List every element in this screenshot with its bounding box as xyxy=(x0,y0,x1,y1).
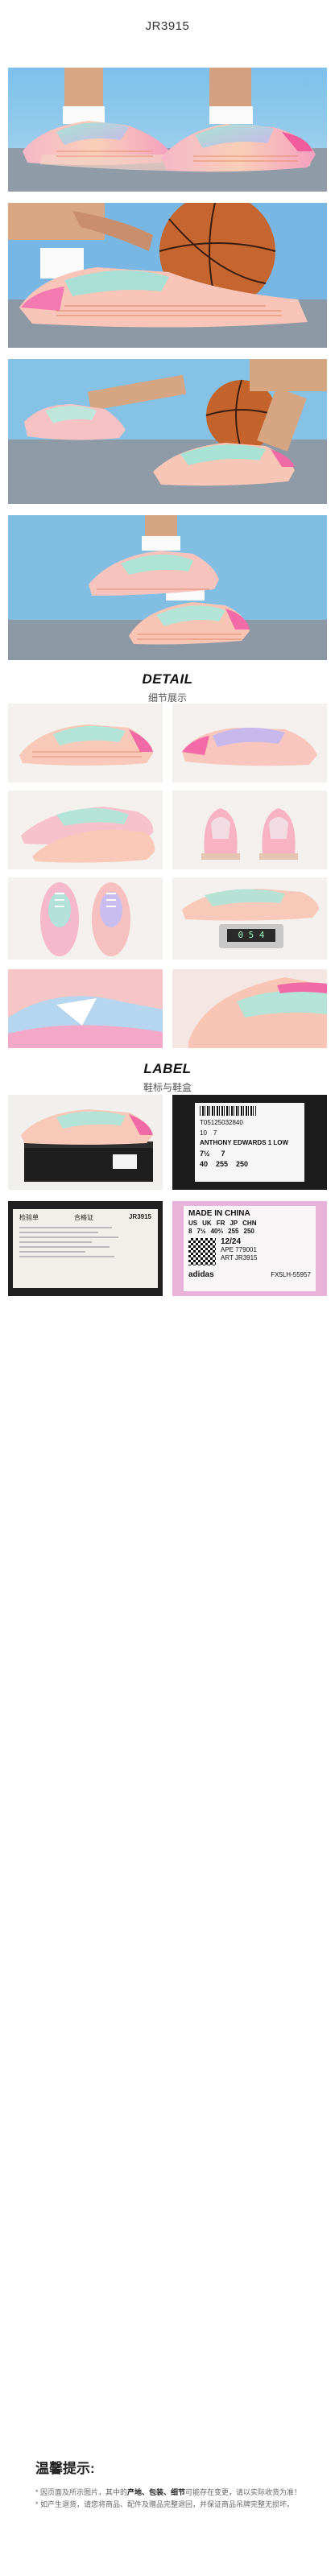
inner-label-ape: APE 779001 xyxy=(221,1246,257,1253)
cert-status: 合格证 xyxy=(73,1214,93,1221)
inner-head-us: US xyxy=(188,1220,198,1227)
detail-photo-lateral xyxy=(8,704,163,782)
inner-val-uk: 7½ xyxy=(196,1228,206,1235)
detail-title-en: DETAIL xyxy=(142,671,193,687)
notice-title: 温馨提示: xyxy=(35,2461,95,2476)
inner-val-jp: 255 xyxy=(228,1228,239,1235)
shoe-on-box-photo xyxy=(8,1095,163,1190)
detail-photo-heels xyxy=(172,791,327,869)
inspection-certificate-photo: 检验单 合格证 JR3915 xyxy=(8,1201,163,1296)
cert-code: JR3915 xyxy=(128,1213,151,1220)
detail-title-cn: 细节展示 xyxy=(147,692,187,704)
tongue-label-code: T05125032840 xyxy=(200,1119,243,1126)
scale-readout: 0 5 4 xyxy=(238,930,265,940)
tongue-size-label: T05125032840 10 7 ANTHONY EDWARDS 1 LOW … xyxy=(172,1095,327,1190)
detail-photo-weight-scale: 0 5 4 xyxy=(172,877,327,960)
cert-title: 检验单 xyxy=(19,1214,39,1221)
qr-code-graphic xyxy=(188,1238,216,1265)
inner-head-fr: FR xyxy=(216,1220,225,1227)
hero-photo-seated-ball xyxy=(8,359,327,504)
tongue-uk-size: 7 xyxy=(221,1150,225,1158)
tongue-size-1: 10 xyxy=(200,1129,207,1137)
tongue-fr-size: 40 xyxy=(200,1160,209,1168)
barcode-graphic xyxy=(200,1106,256,1116)
notice-block: 温馨提示: * 因页面及所示图片，其中的产地、包装、细节可能存在变更，请以实际收… xyxy=(35,2457,309,2511)
tongue-us-size: 7½ xyxy=(200,1150,210,1158)
tongue-chn-size: 250 xyxy=(236,1160,249,1168)
hero-photo-legs-shoes xyxy=(8,68,327,192)
cert-fine-print xyxy=(19,1227,151,1257)
hero-photo-lacing-ball xyxy=(8,203,327,348)
tongue-jp-size: 255 xyxy=(216,1160,229,1168)
label-section-heading: LABEL 鞋标与鞋盒 xyxy=(0,1061,335,1094)
detail-photo-angle xyxy=(8,791,163,869)
inner-label-date: 12/24 xyxy=(221,1237,242,1246)
detail-photo-top-down xyxy=(8,877,163,960)
inner-val-chn: 250 xyxy=(243,1228,254,1235)
notice-line-2: * 如产生退货，请您将商品、配件及赠品完整退回，并保证商品吊牌完整无损坏。 xyxy=(35,2500,295,2508)
detail-section-heading: DETAIL 细节展示 xyxy=(0,671,335,704)
detail-photo-toe-closeup xyxy=(172,969,327,1048)
tongue-model-name: ANTHONY EDWARDS 1 LOW xyxy=(200,1139,289,1146)
hero-photo-standing xyxy=(8,515,327,660)
inner-label-art: ART JR3915 xyxy=(221,1254,258,1261)
inner-val-us: 8 xyxy=(188,1228,192,1235)
detail-photo-heel-closeup xyxy=(8,969,163,1048)
product-code: JR3915 xyxy=(145,19,190,33)
detail-photo-medial xyxy=(172,704,327,782)
inner-val-fr: 40⅔ xyxy=(210,1228,224,1235)
adidas-logo: adidas xyxy=(188,1270,214,1279)
inner-label-origin: MADE IN CHINA xyxy=(188,1209,250,1218)
inner-size-label: MADE IN CHINA US UK FR JP CHN 8 7½ 40⅔ 2… xyxy=(172,1201,327,1296)
inner-head-chn: CHN xyxy=(242,1220,257,1227)
tongue-size-2: 7 xyxy=(213,1129,217,1137)
label-title-cn: 鞋标与鞋盒 xyxy=(143,1082,192,1093)
inner-head-jp: JP xyxy=(230,1220,238,1227)
inner-label-tail: FX5LH-55957 xyxy=(271,1271,311,1278)
notice-line-1: * 因页面及所示图片，其中的产地、包装、细节可能存在变更，请以实际收货为准！ xyxy=(35,2488,302,2496)
inner-head-uk: UK xyxy=(202,1220,212,1227)
label-title-en: LABEL xyxy=(143,1061,192,1076)
